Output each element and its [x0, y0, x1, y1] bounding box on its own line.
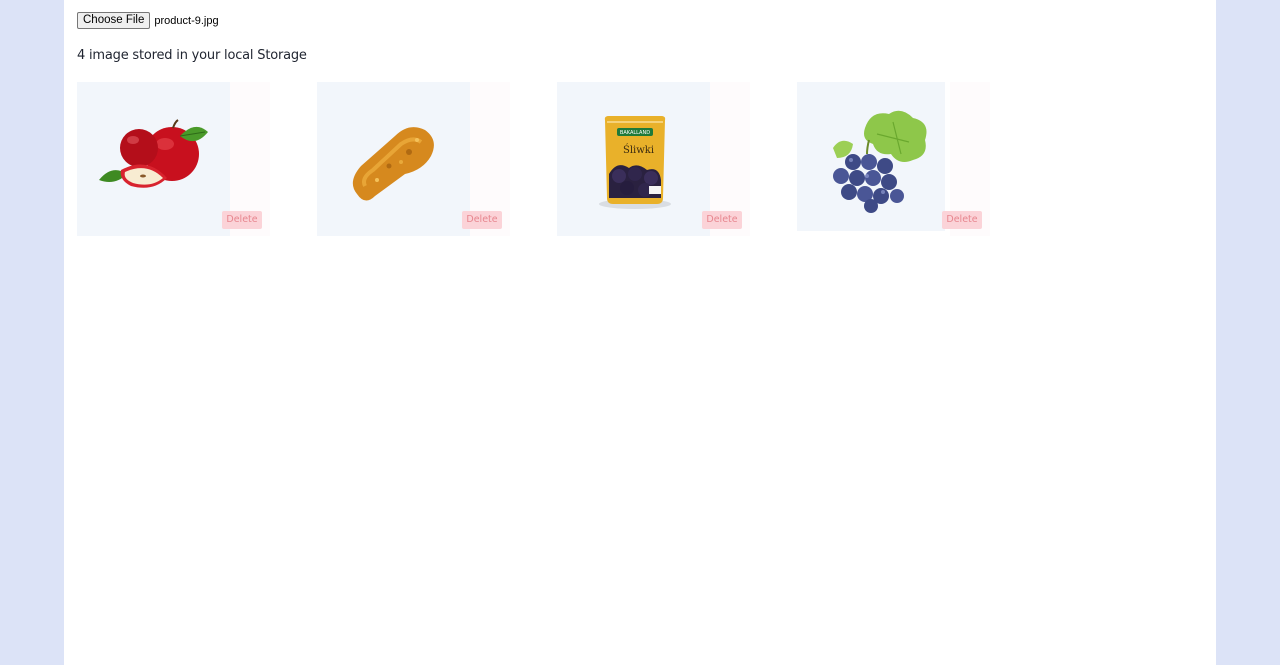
storage-count-text: 4 image stored in your local Storage: [77, 48, 307, 63]
product-image-grapes: [797, 82, 945, 231]
product-image-plums-package: BAKALLAND Śliwki: [557, 82, 710, 236]
product-image-apple: [77, 82, 230, 236]
package-brand: BAKALLAND: [620, 130, 650, 136]
delete-button[interactable]: Delete: [462, 211, 502, 229]
choose-file-button[interactable]: Choose File: [77, 12, 151, 29]
file-input[interactable]: Choose File product-9.jpg: [77, 12, 219, 29]
image-card: Delete: [77, 82, 270, 236]
selected-file-name: product-9.jpg: [154, 14, 219, 27]
image-card: Delete: [797, 82, 990, 236]
delete-button[interactable]: Delete: [222, 211, 262, 229]
product-image-chicken: [317, 82, 470, 236]
page-container: Choose File product-9.jpg 4 image stored…: [64, 0, 1216, 665]
delete-button[interactable]: Delete: [942, 211, 982, 229]
image-card: BAKALLAND Śliwki Delete: [557, 82, 750, 236]
delete-button[interactable]: Delete: [702, 211, 742, 229]
package-title: Śliwki: [623, 144, 654, 156]
image-card: Delete: [317, 82, 510, 236]
